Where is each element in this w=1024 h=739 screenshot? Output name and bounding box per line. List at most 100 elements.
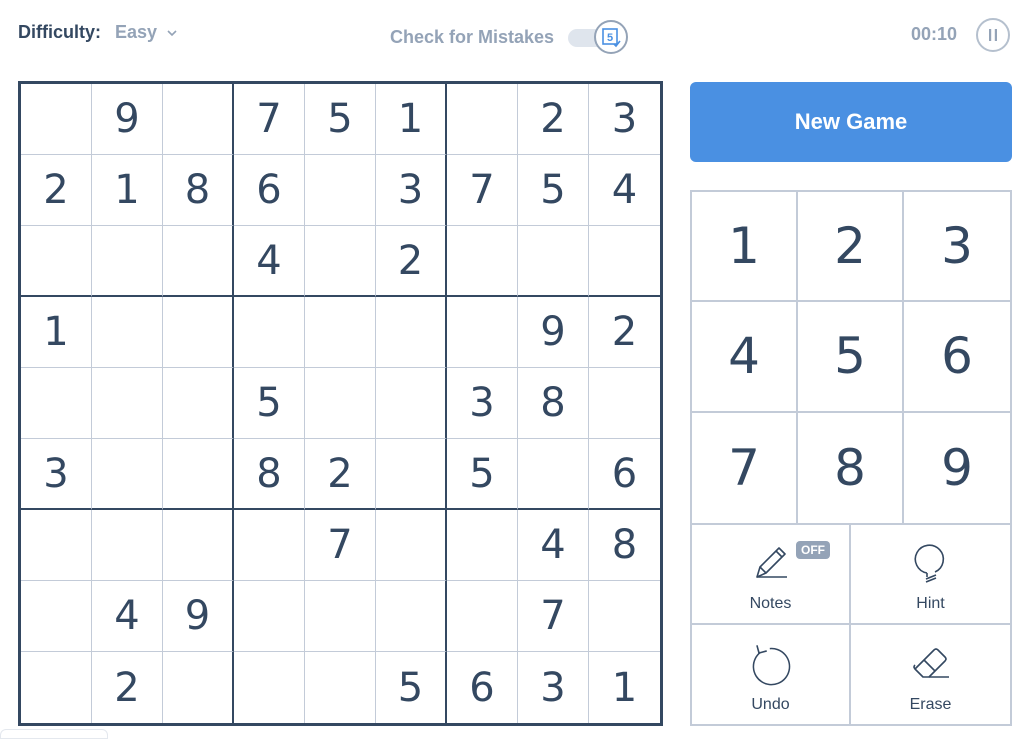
board-cell[interactable]: 3 [376,155,447,226]
board-cell[interactable] [21,652,92,723]
board-cell[interactable] [447,297,518,368]
board-cell[interactable]: 3 [21,439,92,510]
board-cell[interactable]: 8 [234,439,305,510]
board-cell[interactable] [163,439,234,510]
board-cell[interactable] [305,297,376,368]
board-cell[interactable] [447,226,518,297]
board-cell[interactable]: 3 [518,652,589,723]
board-cell[interactable]: 4 [234,226,305,297]
board-cell[interactable]: 3 [447,368,518,439]
board-cell[interactable] [92,510,163,581]
board-cell[interactable] [21,510,92,581]
board-cell[interactable]: 6 [589,439,660,510]
board-cell[interactable]: 9 [518,297,589,368]
board-cell[interactable]: 4 [589,155,660,226]
difficulty-selector[interactable]: Difficulty: Easy [18,22,177,43]
board-cell[interactable] [92,297,163,368]
board-cell[interactable] [163,652,234,723]
undo-button[interactable]: Undo [692,624,851,724]
board-cell[interactable]: 1 [92,155,163,226]
check-mistakes-toggle[interactable]: 5 [568,20,629,54]
board-cell[interactable] [163,368,234,439]
board-cell[interactable]: 3 [589,84,660,155]
board-cell[interactable] [234,510,305,581]
board-cell[interactable]: 5 [376,652,447,723]
difficulty-value[interactable]: Easy [115,22,157,43]
board-cell[interactable] [163,84,234,155]
pause-button[interactable] [976,18,1010,52]
board-cell[interactable] [305,581,376,652]
board-cell[interactable] [234,297,305,368]
board-cell[interactable] [92,439,163,510]
board-cell[interactable]: 8 [589,510,660,581]
board-cell[interactable] [305,368,376,439]
board-cell[interactable] [447,510,518,581]
board-cell[interactable] [305,155,376,226]
board-cell[interactable] [234,581,305,652]
board-cell[interactable]: 7 [234,84,305,155]
board-cell[interactable] [518,439,589,510]
numpad-key-1[interactable]: 1 [692,192,798,303]
numpad-key-5[interactable]: 5 [798,302,904,413]
board-cell[interactable]: 5 [234,368,305,439]
board-cell[interactable]: 2 [589,297,660,368]
board-cell[interactable]: 2 [305,439,376,510]
board-cell[interactable] [92,226,163,297]
board-cell[interactable]: 1 [589,652,660,723]
board-cell[interactable] [21,581,92,652]
numpad-key-8[interactable]: 8 [798,412,904,523]
board-cell[interactable] [376,297,447,368]
board-cell[interactable]: 8 [163,155,234,226]
board-cell[interactable] [589,368,660,439]
board-cell[interactable]: 4 [518,510,589,581]
numpad-key-2[interactable]: 2 [798,192,904,303]
board-cell[interactable]: 8 [518,368,589,439]
board-cell[interactable] [376,368,447,439]
board-cell[interactable]: 9 [163,581,234,652]
board-cell[interactable]: 7 [305,510,376,581]
numpad-key-7[interactable]: 7 [692,412,798,523]
board-cell[interactable] [589,581,660,652]
numpad-key-4[interactable]: 4 [692,302,798,413]
board-cell[interactable] [305,226,376,297]
board-cell[interactable]: 1 [376,84,447,155]
board-cell[interactable]: 6 [234,155,305,226]
new-game-button[interactable]: New Game [690,82,1012,162]
board-cell[interactable]: 2 [21,155,92,226]
board-cell[interactable] [518,226,589,297]
board-cell[interactable] [163,226,234,297]
board-cell[interactable] [376,510,447,581]
board-cell[interactable] [234,652,305,723]
board-cell[interactable]: 5 [305,84,376,155]
board-cell[interactable] [21,84,92,155]
numpad-key-3[interactable]: 3 [904,192,1010,303]
toggle-knob[interactable]: 5 [594,20,629,54]
notes-button[interactable]: OFF Notes [692,525,851,625]
board-cell[interactable] [92,368,163,439]
board-cell[interactable]: 7 [447,155,518,226]
chevron-down-icon[interactable] [167,28,177,38]
board-cell[interactable]: 2 [518,84,589,155]
board-cell[interactable]: 2 [376,226,447,297]
board-cell[interactable] [447,84,518,155]
board-cell[interactable] [21,368,92,439]
board-cell[interactable] [163,510,234,581]
board-cell[interactable]: 9 [92,84,163,155]
board-cell[interactable] [447,581,518,652]
board-cell[interactable]: 5 [518,155,589,226]
erase-button[interactable]: Erase [851,624,1010,724]
board-cell[interactable]: 1 [21,297,92,368]
board-cell[interactable] [589,226,660,297]
board-cell[interactable] [376,439,447,510]
board-cell[interactable] [163,297,234,368]
board-cell[interactable]: 5 [447,439,518,510]
board-cell[interactable]: 6 [447,652,518,723]
numpad-key-9[interactable]: 9 [904,412,1010,523]
board-cell[interactable] [21,226,92,297]
numpad-key-6[interactable]: 6 [904,302,1010,413]
board-cell[interactable]: 4 [92,581,163,652]
board-cell[interactable]: 2 [92,652,163,723]
board-cell[interactable] [305,652,376,723]
board-cell[interactable]: 7 [518,581,589,652]
board-cell[interactable] [376,581,447,652]
